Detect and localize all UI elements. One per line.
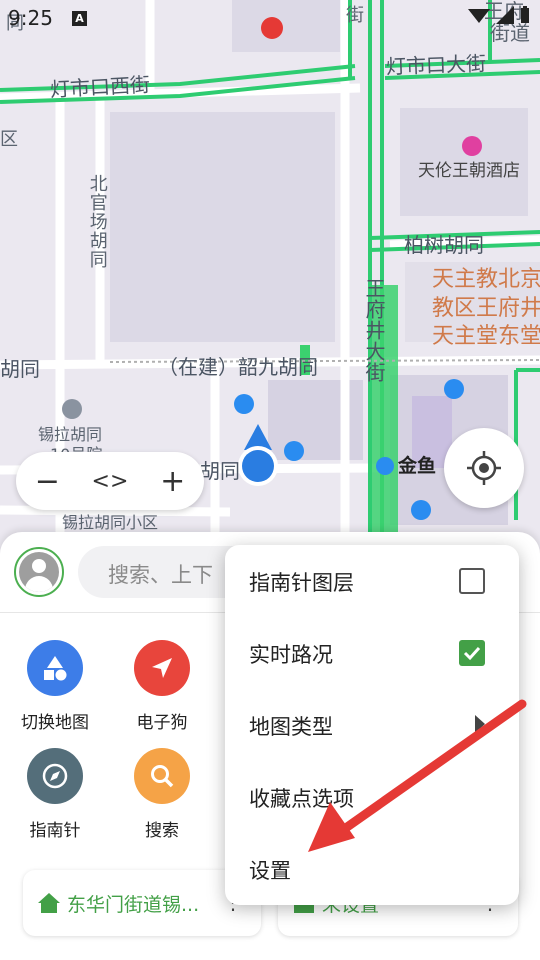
signal-icon: [496, 6, 514, 24]
menu-item-label: 地图类型: [249, 715, 333, 739]
metro-exit-icon: [411, 500, 431, 520]
e-dog-button[interactable]: 电子狗: [107, 640, 217, 733]
home-icon: [38, 893, 60, 913]
status-icons: [468, 6, 530, 24]
metro-station-icon: [376, 457, 394, 475]
shapes-icon: [27, 640, 83, 696]
checkmark-icon: [463, 646, 481, 661]
poi-label-metro: 金鱼: [398, 455, 437, 477]
switch-map-button[interactable]: 切换地图: [0, 640, 110, 733]
menu-item-map-type[interactable]: 地图类型: [225, 689, 519, 761]
road-label: 胡同: [0, 357, 40, 381]
road-label: 区: [0, 129, 18, 150]
search-button[interactable]: 搜索: [107, 748, 217, 841]
menu-item-compass-layer[interactable]: 指南针图层: [225, 545, 519, 617]
road-label-shaojiu: （在建）韶九胡同: [158, 355, 318, 379]
menu-item-favorites-options[interactable]: 收藏点选项: [225, 761, 519, 833]
battery-icon: [521, 6, 529, 23]
poi-label-church: 天主教北京教区王府井天主堂东堂: [432, 267, 540, 350]
layer-options-menu: 指南针图层 实时路况 地图类型 收藏点选项 设置: [225, 545, 519, 905]
wifi-icon: [468, 9, 490, 23]
compass-layer-checkbox[interactable]: [459, 568, 485, 594]
notification-icon: A: [72, 11, 87, 26]
search-icon: [134, 748, 190, 804]
pan-button[interactable]: <>: [85, 469, 135, 494]
road-label-xila: 锡拉胡同: [38, 425, 103, 444]
home-card-text: 东华门街道锡...: [67, 894, 200, 916]
road-label-dengshikou-east: 灯市口大街: [385, 51, 487, 79]
poi-label-hotel: 天伦王朝酒店: [418, 161, 520, 181]
status-time: 9:25: [8, 6, 53, 30]
zoom-controls: − <> +: [16, 452, 204, 510]
landmark-icon: [62, 399, 82, 419]
road-label-xila-small: 锡拉胡同小区: [62, 513, 159, 532]
zoom-in-button[interactable]: +: [148, 464, 198, 499]
menu-item-label: 指南针图层: [249, 571, 354, 595]
road-label-wangfujing: 王府井大街: [362, 278, 386, 383]
status-bar: 9:25 A: [0, 0, 540, 36]
menu-item-label: 实时路况: [249, 643, 333, 667]
compass-icon: [27, 748, 83, 804]
road-label-beiguanchang: 北官场胡同: [86, 174, 108, 269]
menu-item-label: 设置: [249, 859, 291, 883]
crosshair-icon: [467, 451, 501, 485]
menu-item-settings[interactable]: 设置: [225, 833, 519, 905]
tool-label: 切换地图: [21, 713, 89, 733]
metro-exit-icon: [234, 394, 254, 414]
tool-label: 搜索: [145, 821, 179, 841]
hotel-pin-icon: [462, 136, 482, 156]
menu-item-label: 收藏点选项: [249, 787, 354, 811]
traffic-checkbox[interactable]: [459, 640, 485, 666]
avatar[interactable]: [14, 547, 64, 597]
compass-button[interactable]: 指南针: [0, 748, 110, 841]
road-label-bashu: 柏树胡同: [404, 233, 484, 257]
chevron-right-icon: [475, 715, 485, 733]
tool-label: 电子狗: [136, 713, 188, 733]
metro-exit-icon: [444, 379, 464, 399]
person-icon: [19, 552, 59, 592]
search-placeholder: 搜索、上下: [108, 563, 213, 587]
tool-label: 指南针: [29, 821, 81, 841]
metro-exit-icon: [284, 441, 304, 461]
road-label: 胡同: [200, 459, 240, 483]
zoom-out-button[interactable]: −: [22, 464, 72, 499]
navigation-arrow-icon: [134, 640, 190, 696]
locate-me-button[interactable]: [444, 428, 524, 508]
menu-item-traffic[interactable]: 实时路况: [225, 617, 519, 689]
